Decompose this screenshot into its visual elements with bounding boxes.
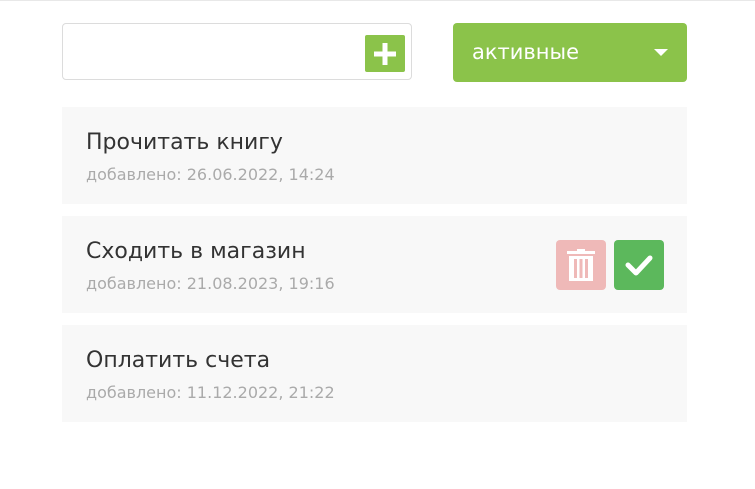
task-item[interactable]: Сходить в магазин добавлено: 21.08.2023,…: [62, 216, 687, 313]
task-date: добавлено: 21.08.2023, 19:16: [86, 274, 335, 293]
trash-icon: [567, 249, 595, 281]
plus-icon: [374, 43, 396, 65]
toolbar: активные: [62, 23, 687, 82]
task-title: Прочитать книгу: [86, 130, 283, 155]
filter-selected-value: активные: [472, 40, 580, 64]
top-divider: [0, 0, 755, 1]
task-item[interactable]: Прочитать книгу добавлено: 26.06.2022, 1…: [62, 107, 687, 204]
task-title: Сходить в магазин: [86, 239, 306, 264]
task-item[interactable]: Оплатить счета добавлено: 11.12.2022, 21…: [62, 325, 687, 422]
new-task-field: [62, 23, 412, 80]
new-task-input[interactable]: [73, 36, 357, 68]
complete-task-button[interactable]: [614, 240, 664, 290]
check-icon: [625, 255, 653, 276]
task-title: Оплатить счета: [86, 348, 271, 373]
task-date: добавлено: 26.06.2022, 14:24: [86, 165, 335, 184]
delete-task-button[interactable]: [556, 240, 606, 290]
task-date: добавлено: 11.12.2022, 21:22: [86, 383, 335, 402]
filter-dropdown[interactable]: активные: [453, 23, 687, 82]
caret-down-icon: [654, 49, 668, 56]
add-task-button[interactable]: [365, 35, 405, 72]
